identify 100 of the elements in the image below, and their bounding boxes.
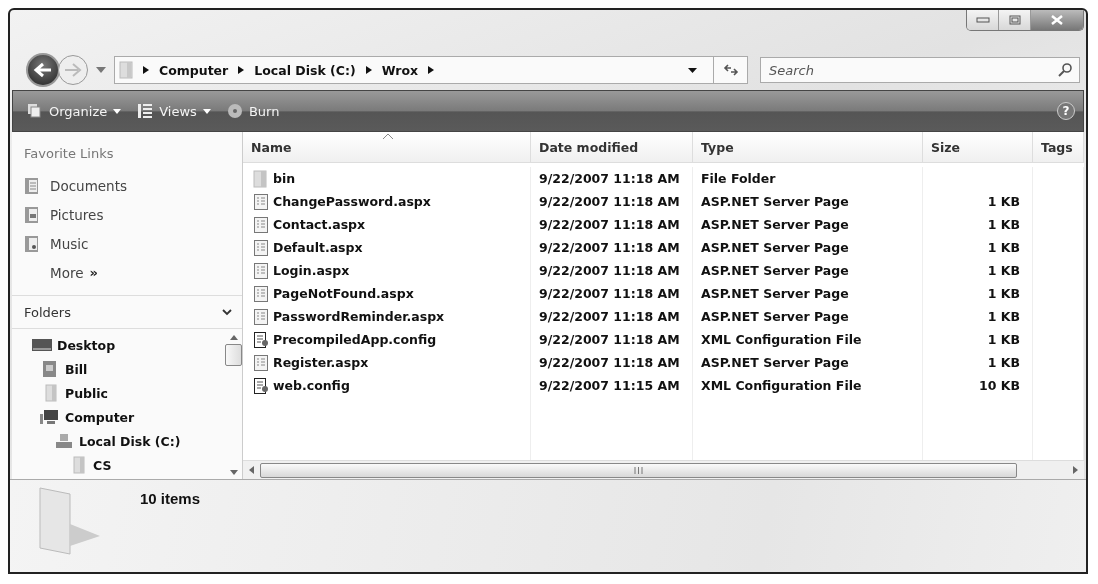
drive-icon xyxy=(54,432,74,450)
file-row[interactable]: PrecompiledApp.config 9/22/2007 11:18 AM XML Configuration File 1 KB xyxy=(243,328,1084,351)
history-dropdown-icon[interactable] xyxy=(96,67,106,73)
table-cell: 9/22/2007 11:18 AM xyxy=(531,167,693,190)
favorite-link[interactable]: Documents xyxy=(24,171,242,200)
file-row[interactable]: web.config 9/22/2007 11:15 AM XML Configuration File 10 KB xyxy=(243,374,1084,397)
document-icon xyxy=(24,176,40,195)
table-cell: 9/22/2007 11:18 AM xyxy=(531,213,693,236)
computer-icon xyxy=(40,408,60,426)
breadcrumb[interactable]: Wrox xyxy=(381,62,419,78)
table-cell: ASP.NET Server Page xyxy=(693,236,923,259)
toolbar-button[interactable]: Organize xyxy=(21,99,128,123)
column-header[interactable]: Size xyxy=(923,132,1033,162)
forward-arrow-icon xyxy=(63,62,83,78)
table-cell: 9/22/2007 11:18 AM xyxy=(531,236,693,259)
dropdown-caret-icon[interactable] xyxy=(688,67,697,73)
close-icon xyxy=(1051,15,1063,25)
web-page-icon xyxy=(253,192,269,211)
table-cell: 9/22/2007 11:18 AM xyxy=(531,282,693,305)
file-row[interactable]: ChangePassword.aspx 9/22/2007 11:18 AM ASP.NET Server Page 1 KB xyxy=(243,190,1084,213)
favorite-link[interactable]: Music xyxy=(24,229,242,258)
document-icon xyxy=(24,234,40,253)
breadcrumb[interactable]: Computer xyxy=(159,62,229,78)
file-name: web.config xyxy=(273,378,350,393)
tree-item[interactable]: Computer xyxy=(12,405,225,429)
folders-header[interactable]: Folders xyxy=(12,295,242,329)
search-field[interactable]: Search xyxy=(760,57,1080,83)
file-row[interactable]: Register.aspx 9/22/2007 11:18 AM ASP.NET Server Page 1 KB xyxy=(243,351,1084,374)
table-cell: 9/22/2007 11:18 AM xyxy=(531,351,693,374)
table-cell: 9/22/2007 11:18 AM xyxy=(531,259,693,282)
table-cell: ASP.NET Server Page xyxy=(693,190,923,213)
scroll-up-icon[interactable] xyxy=(229,335,238,340)
file-name: Login.aspx xyxy=(273,263,350,278)
table-cell: XML Configuration File xyxy=(693,374,923,397)
table-cell: 1 KB xyxy=(987,240,1020,255)
table-cell: ASP.NET Server Page xyxy=(693,305,923,328)
file-row[interactable]: Login.aspx 9/22/2007 11:18 AM ASP.NET Server Page 1 KB xyxy=(243,259,1084,282)
more-link[interactable]: More » xyxy=(24,258,242,287)
file-name: PasswordReminder.aspx xyxy=(273,309,445,324)
tree-item[interactable]: Local Disk (C:) xyxy=(12,429,225,453)
scroll-right-icon[interactable] xyxy=(1073,466,1078,474)
scrollbar[interactable] xyxy=(243,460,1084,479)
favorite-link[interactable]: Pictures xyxy=(24,200,242,229)
chevron-down-icon xyxy=(222,308,232,316)
breadcrumb-arrow-icon[interactable] xyxy=(143,66,149,74)
web-page-icon xyxy=(253,353,269,372)
file-row[interactable]: PageNotFound.aspx 9/22/2007 11:18 AM ASP.NET Server Page 1 KB xyxy=(243,282,1084,305)
item-count: 10 items xyxy=(140,490,201,507)
search-icon[interactable] xyxy=(1058,63,1072,77)
breadcrumb-arrow-icon[interactable] xyxy=(365,66,372,74)
tree-item[interactable]: Public xyxy=(12,381,225,405)
column-header[interactable]: Date modified xyxy=(531,132,693,162)
file-row[interactable]: bin 9/22/2007 11:18 AM File Folder xyxy=(243,167,1084,190)
file-name: ChangePassword.aspx xyxy=(273,194,431,209)
file-name: Register.aspx xyxy=(273,355,369,370)
column-header[interactable]: Type xyxy=(693,132,923,162)
address-bar[interactable]: Computer Local Disk (C:) Wrox xyxy=(114,56,748,84)
tree-item[interactable]: Desktop xyxy=(12,333,225,357)
monitor-icon xyxy=(32,336,52,354)
maximize-button[interactable] xyxy=(999,10,1031,30)
list-view-icon xyxy=(137,103,154,119)
file-row[interactable]: PasswordReminder.aspx 9/22/2007 11:18 AM ASP.NET Server Page 1 KB xyxy=(243,305,1084,328)
back-button[interactable] xyxy=(26,53,60,87)
refresh-icon xyxy=(722,63,739,77)
table-cell: 1 KB xyxy=(987,309,1020,324)
file-name: PrecompiledApp.config xyxy=(273,332,437,347)
table-cell: 9/22/2007 11:18 AM xyxy=(531,305,693,328)
help-button[interactable]: ? xyxy=(1057,102,1075,120)
close-button[interactable] xyxy=(1031,10,1083,30)
grip-icon xyxy=(634,466,643,474)
column-header[interactable]: Tags xyxy=(1033,132,1084,162)
disc-icon xyxy=(226,103,243,119)
table-cell: ASP.NET Server Page xyxy=(693,282,923,305)
web-page-icon xyxy=(253,215,269,234)
breadcrumb-arrow-icon[interactable] xyxy=(238,66,245,74)
table-cell: 9/22/2007 11:18 AM xyxy=(531,328,693,351)
back-arrow-icon xyxy=(33,62,53,78)
column-header[interactable]: Name xyxy=(243,132,531,162)
toolbar-button[interactable]: Burn xyxy=(220,99,286,123)
file-name: PageNotFound.aspx xyxy=(273,286,414,301)
file-row[interactable]: Default.aspx 9/22/2007 11:18 AM ASP.NET Server Page 1 KB xyxy=(243,236,1084,259)
file-name: Default.aspx xyxy=(273,240,363,255)
tree-item[interactable]: CS xyxy=(12,453,225,477)
file-row[interactable]: Contact.aspx 9/22/2007 11:18 AM ASP.NET Server Page 1 KB xyxy=(243,213,1084,236)
breadcrumb[interactable]: Local Disk (C:) xyxy=(254,62,356,78)
scroll-thumb[interactable] xyxy=(260,462,1017,478)
table-cell: 1 KB xyxy=(987,194,1020,209)
toolbar-button[interactable]: Views xyxy=(131,99,217,123)
table-cell: 1 KB xyxy=(987,217,1020,232)
scroll-thumb[interactable] xyxy=(225,344,242,366)
breadcrumb-arrow-icon[interactable] xyxy=(428,66,435,74)
stacked-pages-icon xyxy=(27,103,43,119)
minimize-button[interactable] xyxy=(967,10,999,30)
scroll-down-icon[interactable] xyxy=(229,470,238,475)
table-cell: 1 KB xyxy=(987,355,1020,370)
table-cell: ASP.NET Server Page xyxy=(693,351,923,374)
scroll-left-icon[interactable] xyxy=(249,466,254,474)
table-cell: 9/22/2007 11:18 AM xyxy=(531,190,693,213)
tree-item[interactable]: Bill xyxy=(12,357,225,381)
table-cell: ASP.NET Server Page xyxy=(693,213,923,236)
